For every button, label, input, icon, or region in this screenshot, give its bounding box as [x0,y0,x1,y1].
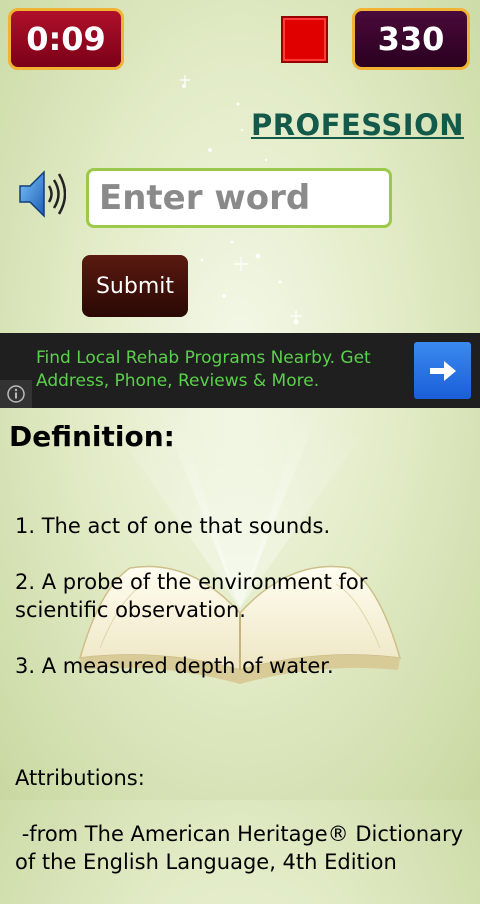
category-label: PROFESSION [250,108,464,142]
ad-arrow-button[interactable] [414,342,471,399]
ad-banner[interactable]: Find Local Rehab Programs Nearby. Get Ad… [0,333,480,408]
definition-line: 2. A probe of the environment for scient… [15,570,368,622]
definition-line: 1. The act of one that sounds. [15,514,331,538]
timer: 0:09 [8,8,124,70]
word-input[interactable] [86,168,392,228]
speaker-icon[interactable] [18,168,66,220]
attributions-label: Attributions: [15,766,145,790]
score: 330 [352,8,470,70]
stop-button[interactable] [281,16,328,63]
definition-body: 1. The act of one that sounds. 2. A prob… [15,484,465,904]
definition-spacer [15,708,465,736]
submit-button[interactable]: Submit [82,255,188,317]
attributions-source: -from The American Heritage® Dictionary … [15,822,470,874]
ad-text[interactable]: Find Local Rehab Programs Nearby. Get Ad… [36,347,396,393]
info-icon [7,385,25,403]
arrow-right-icon [429,360,456,381]
definition-line: 3. A measured depth of water. [15,654,334,678]
definition-heading: Definition: [9,420,175,453]
ad-info-button[interactable] [0,380,32,408]
